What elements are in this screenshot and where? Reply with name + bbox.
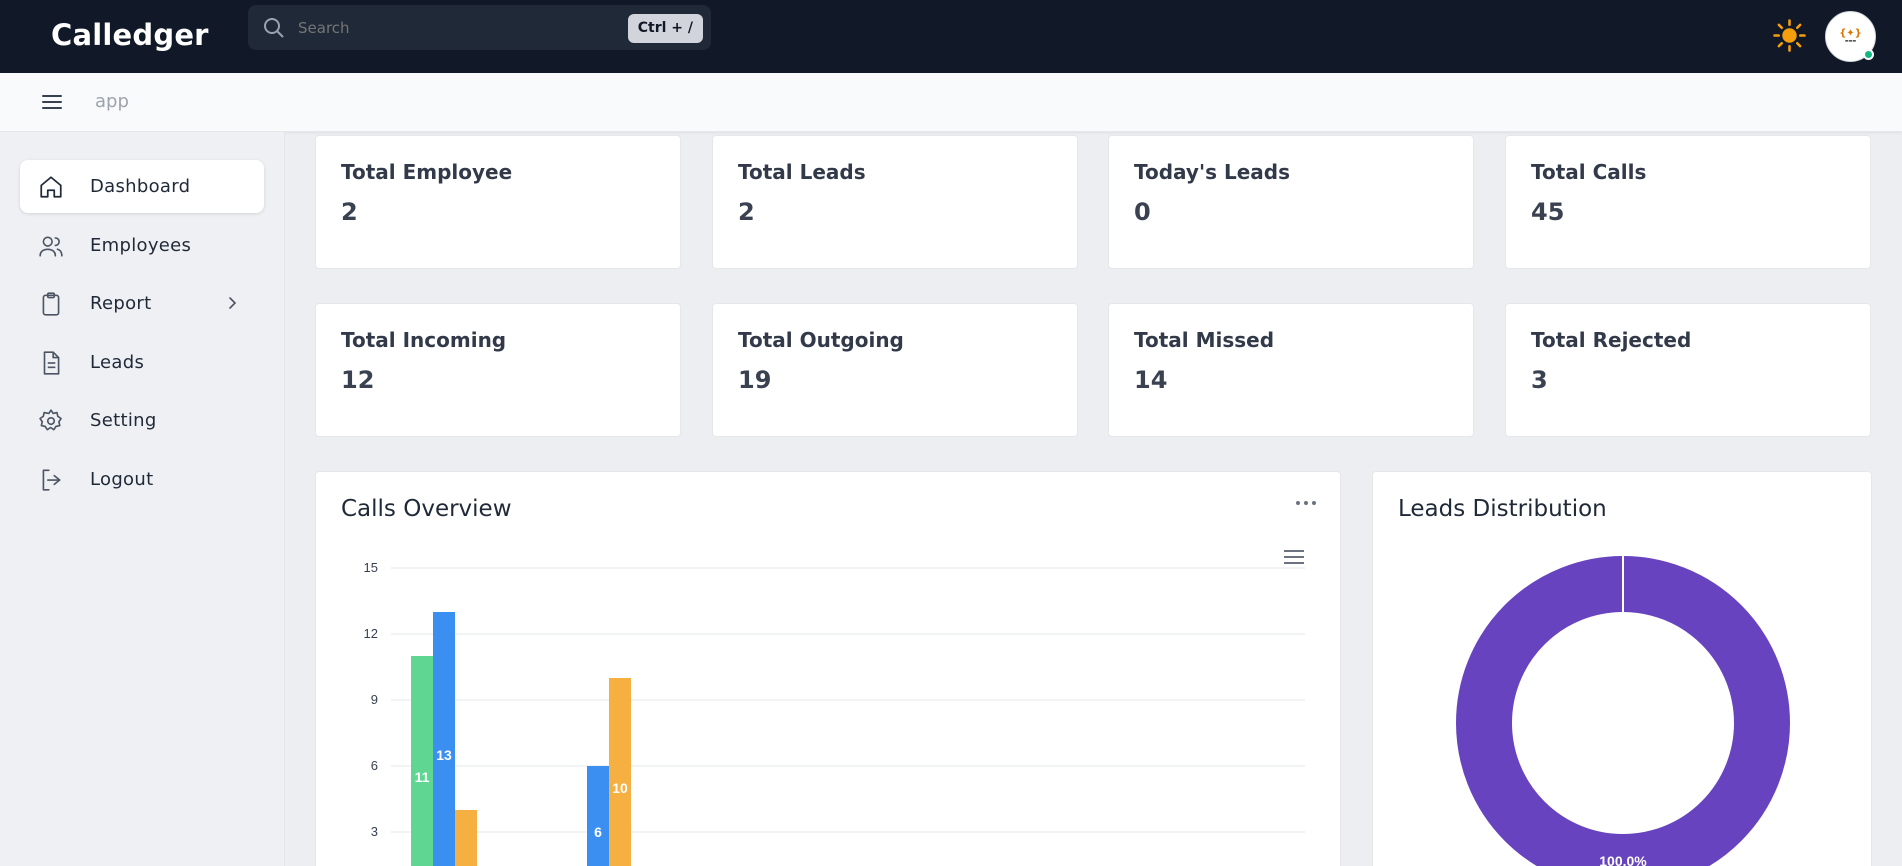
stat-card-total-incoming[interactable]: Total Incoming 12 [315, 303, 681, 437]
sidebar-item-label: Leads [90, 352, 145, 373]
stat-title: Total Employee [341, 160, 513, 184]
stat-value: 2 [738, 198, 755, 226]
panel-title: Leads Distribution [1398, 496, 1607, 522]
bar [455, 810, 477, 866]
y-tick-label: 15 [364, 560, 378, 575]
leads-distribution-chart: 100.0% [1456, 556, 1790, 866]
panel-title: Calls Overview [341, 496, 512, 522]
sidebar-item-label: Dashboard [90, 176, 191, 197]
bar [609, 678, 631, 866]
logout-icon [42, 468, 61, 491]
y-tick-label: 3 [371, 824, 378, 839]
stat-value: 45 [1531, 198, 1565, 226]
stat-title: Total Missed [1134, 328, 1275, 352]
top-bar: Calledger Ctrl + / {✦} ▬▬▬ [0, 0, 1902, 73]
calls-overview-chart: 15 12 9 6 3 11 13 6 10 [364, 560, 1305, 866]
more-options-icon[interactable] [1294, 496, 1318, 510]
slice-label: 100.0% [1599, 853, 1647, 866]
stat-title: Today's Leads [1134, 160, 1290, 184]
data-label: 10 [612, 780, 628, 796]
stat-card-total-leads[interactable]: Total Leads 2 [712, 135, 1078, 269]
document-icon [43, 350, 60, 375]
chevron-right-icon [229, 297, 237, 309]
home-icon [40, 175, 62, 198]
user-avatar[interactable]: {✦} ▬▬▬ [1825, 11, 1876, 62]
sidebar-item-label: Report [90, 293, 152, 314]
sidebar-item-leads[interactable]: Leads [20, 336, 264, 389]
data-label: 13 [436, 747, 452, 763]
sidebar-item-logout[interactable]: Logout [20, 453, 264, 506]
y-tick-label: 9 [371, 692, 378, 707]
data-label: 11 [415, 769, 430, 785]
stat-value: 3 [1531, 366, 1548, 394]
stat-card-total-rejected[interactable]: Total Rejected 3 [1505, 303, 1871, 437]
y-tick-label: 12 [364, 626, 378, 641]
sidebar-item-label: Logout [90, 469, 154, 490]
stat-value: 12 [341, 366, 375, 394]
stat-title: Total Outgoing [738, 328, 904, 352]
stat-card-todays-leads[interactable]: Today's Leads 0 [1108, 135, 1474, 269]
stat-title: Total Leads [738, 160, 866, 184]
bar [587, 766, 609, 866]
stat-title: Total Incoming [341, 328, 507, 352]
sidebar-item-setting[interactable]: Setting [20, 394, 264, 447]
stat-value: 0 [1134, 198, 1151, 226]
sidebar-item-report[interactable]: Report [20, 277, 264, 330]
brand-logo[interactable]: Calledger [51, 18, 209, 52]
hamburger-menu-icon[interactable] [40, 90, 64, 114]
avatar-caption-icon: ▬▬▬ [1844, 38, 1857, 44]
stat-card-total-missed[interactable]: Total Missed 14 [1108, 303, 1474, 437]
sidebar: Dashboard Employees Report Leads Setting… [0, 132, 285, 866]
stat-title: Total Rejected [1531, 328, 1692, 352]
sidebar-item-label: Employees [90, 235, 192, 256]
stat-card-total-outgoing[interactable]: Total Outgoing 19 [712, 303, 1078, 437]
search-icon [264, 18, 284, 38]
data-label: 6 [594, 824, 602, 840]
pie-slice [1456, 556, 1790, 866]
search-box[interactable]: Ctrl + / [248, 5, 711, 50]
search-input[interactable] [298, 13, 648, 43]
users-icon [39, 236, 63, 257]
stat-value: 2 [341, 198, 358, 226]
clipboard-icon [42, 291, 60, 316]
stat-value: 19 [738, 366, 772, 394]
stat-title: Total Calls [1531, 160, 1647, 184]
stat-card-total-calls[interactable]: Total Calls 45 [1505, 135, 1871, 269]
breadcrumb-bar: app [0, 73, 1902, 132]
search-shortcut-badge: Ctrl + / [627, 14, 703, 43]
gear-icon [39, 408, 62, 430]
sidebar-item-dashboard[interactable]: Dashboard [20, 160, 264, 213]
theme-toggle-sun-icon[interactable] [1773, 19, 1806, 52]
breadcrumb[interactable]: app [95, 91, 129, 112]
bar [433, 612, 455, 866]
sidebar-item-employees[interactable]: Employees [20, 219, 264, 272]
online-status-dot [1863, 49, 1874, 60]
stat-value: 14 [1134, 366, 1168, 394]
stat-card-total-employee[interactable]: Total Employee 2 [315, 135, 681, 269]
y-tick-label: 6 [371, 758, 378, 773]
bar [411, 656, 433, 866]
sidebar-item-label: Setting [90, 410, 157, 431]
